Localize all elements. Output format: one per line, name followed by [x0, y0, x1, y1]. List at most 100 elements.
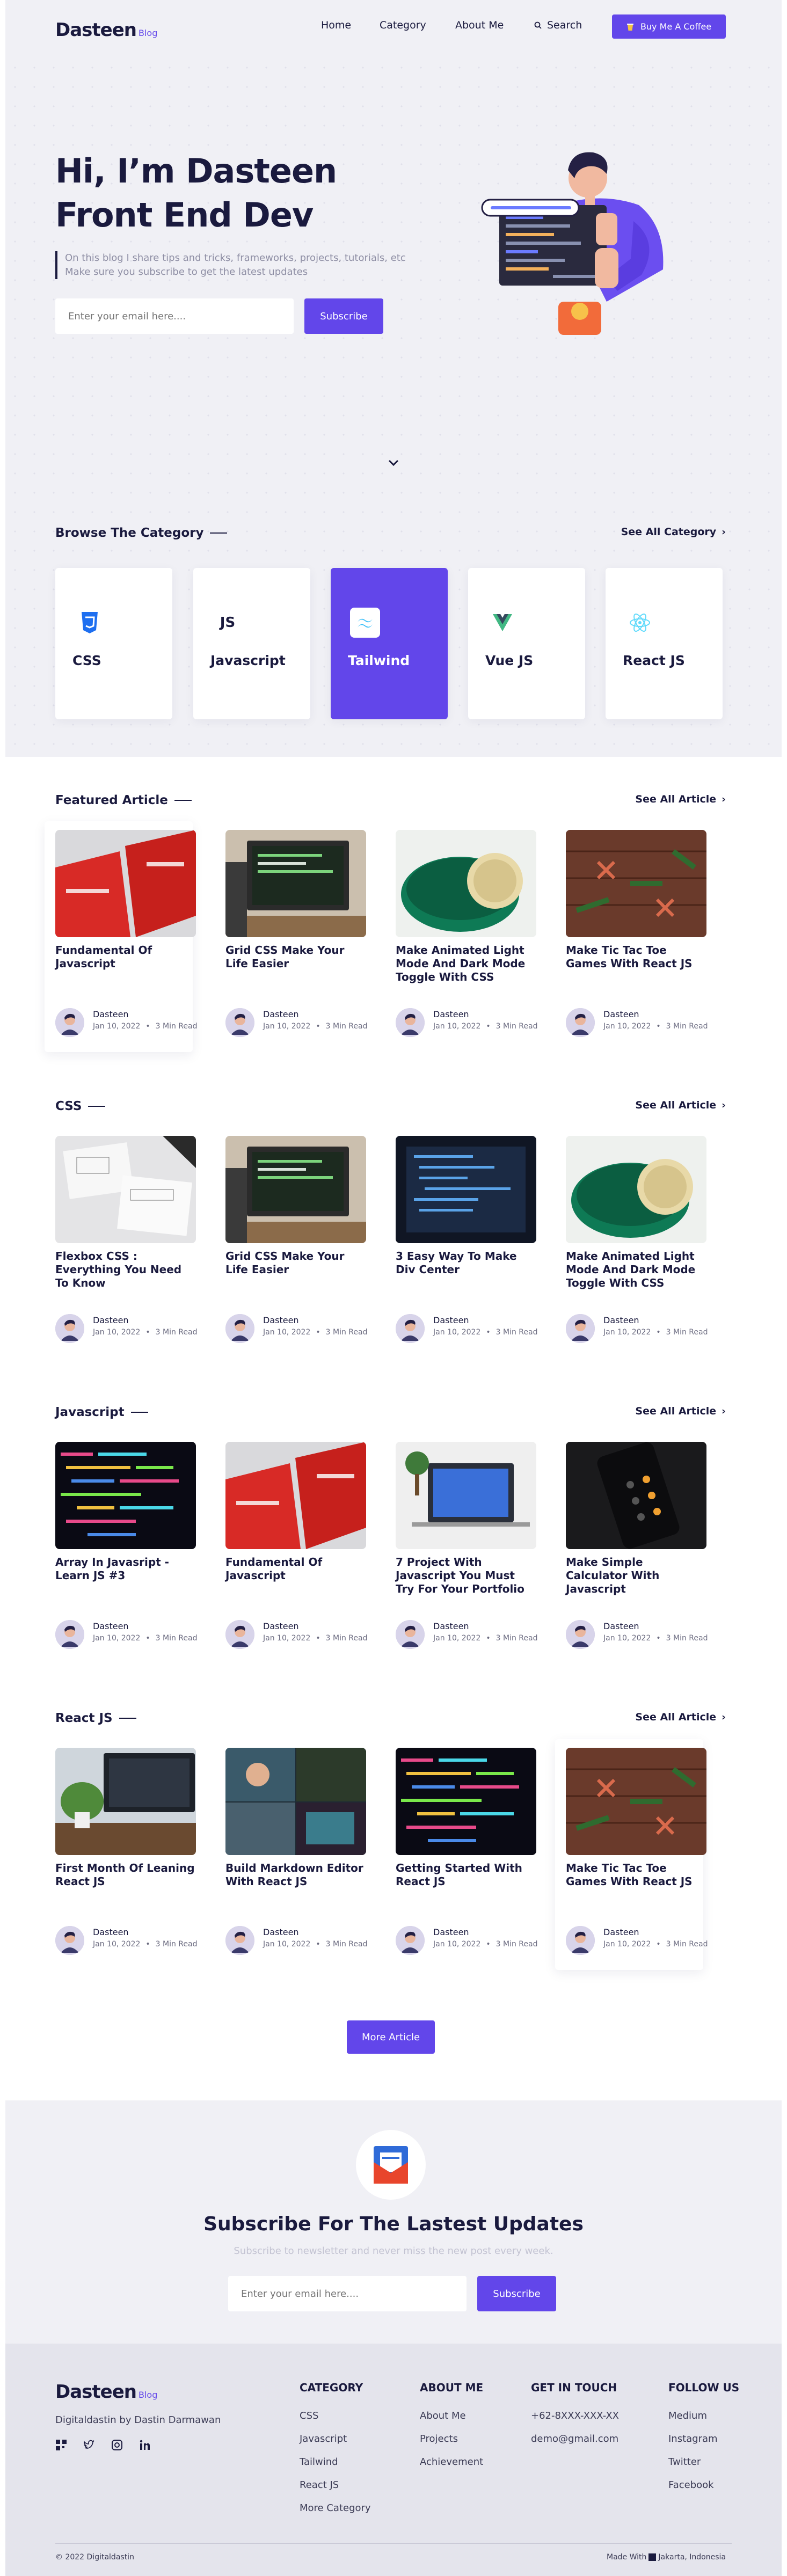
qr-icon[interactable]	[55, 2439, 67, 2451]
article-title[interactable]: 3 Easy Way To Make Div Center	[396, 1250, 536, 1276]
newsletter-title: Subscribe For The Lastest Updates	[203, 2213, 584, 2235]
article-thumbnail[interactable]	[55, 1748, 196, 1855]
footer-link[interactable]: Medium	[668, 2410, 707, 2421]
see-all-article-link[interactable]: See All Article ›	[635, 793, 726, 805]
linkedin-icon[interactable]	[139, 2439, 151, 2451]
article-thumbnail[interactable]	[396, 830, 536, 937]
article-card[interactable]: Getting Started With React JS Dasteen Jan …	[385, 1739, 537, 1970]
article-thumbnail[interactable]	[55, 1136, 196, 1243]
article-thumbnail[interactable]	[566, 1136, 706, 1243]
see-all-article-link[interactable]: See All Article ›	[635, 1405, 726, 1417]
buy-coffee-button[interactable]: Buy Me A Coffee	[612, 14, 726, 39]
coffee-label: Buy Me A Coffee	[640, 21, 712, 32]
newsletter-subscribe-button[interactable]: Subscribe	[477, 2276, 556, 2311]
article-thumbnail[interactable]	[225, 1136, 366, 1243]
nav-about[interactable]: About Me	[455, 19, 504, 31]
category-heading: Browse The Category	[55, 526, 228, 540]
article-card[interactable]: Make Animated Light Mode And Dark Mode T…	[555, 1127, 708, 1358]
footer-link[interactable]: About Me	[420, 2410, 466, 2421]
category-card-javascript[interactable]: JS Javascript	[193, 568, 310, 719]
article-card[interactable]: Make Animated Light Mode And Dark Mode T…	[385, 821, 537, 1052]
article-thumbnail[interactable]	[225, 830, 366, 937]
article-thumbnail[interactable]	[566, 1442, 706, 1549]
author-avatar	[55, 1008, 84, 1037]
read-time: 3 Min Read	[325, 1022, 368, 1031]
footer-link[interactable]: +62-8XXX-XXX-XX	[531, 2410, 619, 2421]
category-card-tailwind[interactable]: Tailwind	[331, 568, 448, 719]
article-card[interactable]: Make Tic Tac Toe Games With React JS Dast…	[555, 1739, 708, 1970]
footer-link[interactable]: demo@gmail.com	[531, 2433, 618, 2444]
article-thumbnail[interactable]	[566, 1748, 706, 1855]
logo[interactable]: Dasteen Blog	[55, 19, 157, 41]
article-title[interactable]: Fundamental Of Javascript	[225, 1556, 366, 1582]
hero-email-input[interactable]	[55, 298, 294, 334]
article-card[interactable]: Fundamental Of Javascript Dasteen Jan 10, …	[45, 821, 197, 1052]
footer-link[interactable]: Twitter	[668, 2456, 701, 2468]
footer-link[interactable]: Achievement	[420, 2456, 483, 2468]
article-card[interactable]: Flexbox CSS : Everything You Need To Kno…	[45, 1127, 197, 1358]
category-card-vue[interactable]: Vue JS	[468, 568, 585, 719]
article-thumbnail[interactable]	[55, 1442, 196, 1549]
article-card[interactable]: Grid CSS Make Your Life Easier Dasteen Jan…	[215, 821, 367, 1052]
footer-link[interactable]: Projects	[420, 2433, 458, 2444]
article-title[interactable]: Make Animated Light Mode And Dark Mode T…	[566, 1250, 706, 1290]
footer-link[interactable]: Tailwind	[300, 2456, 338, 2468]
article-title[interactable]: Grid CSS Make Your Life Easier	[225, 1250, 366, 1276]
article-title[interactable]: First Month Of Leaning React JS	[55, 1862, 196, 1888]
scroll-down-chevron-icon[interactable]	[388, 459, 399, 466]
article-card[interactable]: Array In Javasript - Learn JS #3 Dasteen J…	[45, 1433, 197, 1664]
article-thumbnail[interactable]	[396, 1136, 536, 1243]
footer-link[interactable]: Javascript	[300, 2433, 347, 2444]
category-card-css[interactable]: CSS	[55, 568, 172, 719]
article-card[interactable]: Fundamental Of Javascript Dasteen Jan 10, …	[215, 1433, 367, 1664]
category-card-react[interactable]: React JS	[606, 568, 723, 719]
article-card[interactable]: Grid CSS Make Your Life Easier Dasteen Jan…	[215, 1127, 367, 1358]
article-title[interactable]: 7 Project With Javascript You Must Try F…	[396, 1556, 536, 1596]
article-title[interactable]: Make Animated Light Mode And Dark Mode T…	[396, 944, 536, 984]
article-date: Jan 10, 2022	[603, 1940, 651, 1949]
newsletter-email-input[interactable]	[228, 2276, 467, 2311]
article-title[interactable]: Build Markdown Editor With React JS	[225, 1862, 366, 1888]
hero-heading: Hi, I’m Dasteen Front End Dev	[55, 151, 337, 235]
footer-link[interactable]: CSS	[300, 2410, 318, 2421]
footer-link[interactable]: Instagram	[668, 2433, 718, 2444]
nav-category[interactable]: Category	[380, 19, 426, 31]
article-title[interactable]: Array In Javasript - Learn JS #3	[55, 1556, 196, 1582]
article-thumbnail[interactable]	[396, 1442, 536, 1549]
article-thumbnail[interactable]	[396, 1748, 536, 1855]
section-title: CSS	[55, 1099, 82, 1113]
article-title[interactable]: Getting Started With React JS	[396, 1862, 536, 1888]
article-thumbnail[interactable]	[225, 1442, 366, 1549]
article-card[interactable]: 7 Project With Javascript You Must Try F…	[385, 1433, 537, 1664]
section-heading: CSS	[55, 1099, 106, 1113]
article-date: Jan 10, 2022	[263, 1634, 311, 1643]
nav-search[interactable]: Search	[534, 19, 582, 31]
react-icon	[625, 608, 655, 638]
hero-subscribe-button[interactable]: Subscribe	[304, 298, 383, 334]
see-all-article-link[interactable]: See All Article ›	[635, 1099, 726, 1111]
article-title[interactable]: Make Tic Tac Toe Games With React JS	[566, 1862, 706, 1888]
twitter-icon[interactable]	[83, 2439, 95, 2451]
article-card[interactable]: Make Tic Tac Toe Games With React JS Dast…	[555, 821, 708, 1052]
see-all-category-link[interactable]: See All Category ›	[621, 526, 726, 538]
footer-link[interactable]: React JS	[300, 2479, 339, 2491]
article-thumbnail[interactable]	[225, 1748, 366, 1855]
article-card[interactable]: First Month Of Leaning React JS Dasteen Ja…	[45, 1739, 197, 1970]
instagram-icon[interactable]	[111, 2439, 123, 2451]
article-title[interactable]: Make Simple Calculator With Javascript	[566, 1556, 706, 1596]
footer-logo[interactable]: Dasteen Blog	[55, 2381, 157, 2403]
article-title[interactable]: Flexbox CSS : Everything You Need To Kno…	[55, 1250, 196, 1290]
footer-link[interactable]: More Category	[300, 2502, 371, 2514]
see-all-article-link[interactable]: See All Article ›	[635, 1711, 726, 1723]
article-thumbnail[interactable]	[566, 830, 706, 937]
more-article-button[interactable]: More Article	[347, 2020, 435, 2054]
article-title[interactable]: Make Tic Tac Toe Games With React JS	[566, 944, 706, 970]
article-card[interactable]: 3 Easy Way To Make Div Center Dasteen Jan …	[385, 1127, 537, 1358]
nav-home[interactable]: Home	[321, 19, 351, 31]
article-title[interactable]: Grid CSS Make Your Life Easier	[225, 944, 366, 970]
article-card[interactable]: Build Markdown Editor With React JS Daste…	[215, 1739, 367, 1970]
article-title[interactable]: Fundamental Of Javascript	[55, 944, 196, 970]
article-card[interactable]: Make Simple Calculator With Javascript Da…	[555, 1433, 708, 1664]
article-thumbnail[interactable]	[55, 830, 196, 937]
footer-link[interactable]: Facebook	[668, 2479, 714, 2491]
